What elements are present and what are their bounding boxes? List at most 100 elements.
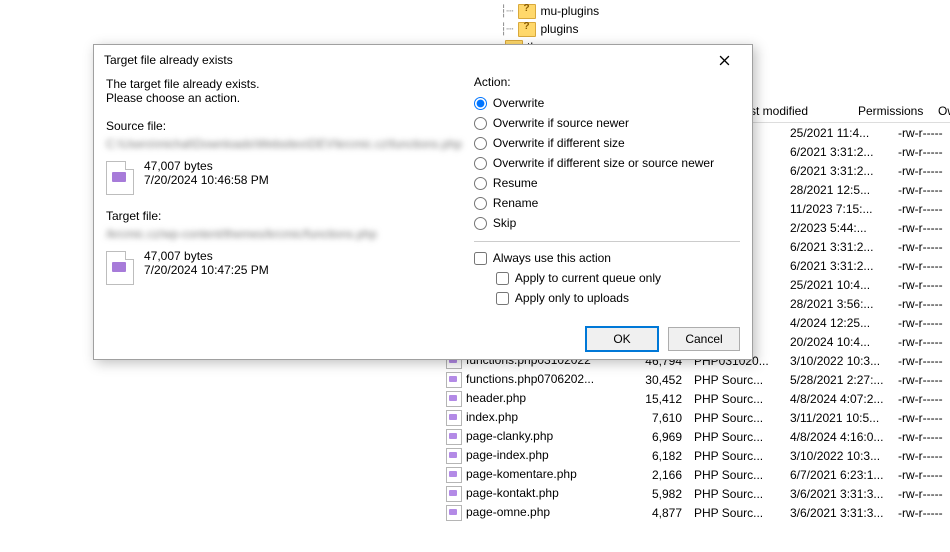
file-icon <box>446 410 462 426</box>
cell-name: page-clanky.php <box>440 429 622 445</box>
cell-permissions: -rw-r----- <box>892 487 950 501</box>
cell-permissions: -rw-r----- <box>892 506 950 520</box>
radio-input[interactable] <box>474 157 487 170</box>
radio-label: Resume <box>493 176 538 190</box>
cell-size: 4,877 <box>622 506 688 520</box>
action-overwrite-size-newer[interactable]: Overwrite if different size or source ne… <box>474 153 740 173</box>
action-rename[interactable]: Rename <box>474 193 740 213</box>
tree-item[interactable]: ┆┈ plugins <box>440 20 740 38</box>
radio-input[interactable] <box>474 117 487 130</box>
radio-label: Rename <box>493 196 538 210</box>
source-file-label: Source file: <box>106 119 462 133</box>
col-header-modified[interactable]: st modified <box>744 104 852 118</box>
tree-guide: ┆┈ <box>500 4 512 18</box>
cancel-button[interactable]: Cancel <box>668 327 740 351</box>
table-row[interactable]: index.php7,610PHP Sourc...3/11/2021 10:5… <box>440 408 950 427</box>
table-row[interactable]: page-clanky.php6,969PHP Sourc...4/8/2024… <box>440 427 950 446</box>
close-icon <box>719 55 730 66</box>
cell-type: PHP Sourc... <box>688 468 784 482</box>
button-label: OK <box>613 332 630 346</box>
table-row[interactable]: page-omne.php4,877PHP Sourc...3/6/2021 3… <box>440 503 950 522</box>
cell-modified: 25/2021 11:4... <box>784 126 892 140</box>
radio-input[interactable] <box>474 197 487 210</box>
file-icon <box>446 505 462 521</box>
overwrite-dialog: Target file already exists The target fi… <box>93 44 753 360</box>
cell-permissions: -rw-r----- <box>892 449 950 463</box>
checkbox-input[interactable] <box>496 292 509 305</box>
file-icon <box>106 161 134 195</box>
col-header-owner[interactable]: Owne <box>932 104 950 118</box>
action-skip[interactable]: Skip <box>474 213 740 233</box>
target-file-path: /krcmic.cz/wp-content/themes/krcmic/func… <box>106 227 462 241</box>
cell-permissions: -rw-r----- <box>892 221 950 235</box>
table-row[interactable]: page-komentare.php2,166PHP Sourc...6/7/2… <box>440 465 950 484</box>
cell-name: page-index.php <box>440 448 622 464</box>
cell-name: index.php <box>440 410 622 426</box>
table-row[interactable]: functions.php0706202...30,452PHP Sourc..… <box>440 370 950 389</box>
table-row[interactable]: header.php15,412PHP Sourc...4/8/2024 4:0… <box>440 389 950 408</box>
radio-label: Overwrite <box>493 96 544 110</box>
cell-permissions: -rw-r----- <box>892 335 950 349</box>
apply-only-uploads[interactable]: Apply only to uploads <box>474 288 740 308</box>
checkbox-label: Apply to current queue only <box>515 271 661 285</box>
cell-modified: 11/2023 7:15:... <box>784 202 892 216</box>
file-icon <box>446 429 462 445</box>
separator <box>474 241 740 242</box>
tree-label: mu-plugins <box>540 4 599 18</box>
action-overwrite-size[interactable]: Overwrite if different size <box>474 133 740 153</box>
cell-type: PHP Sourc... <box>688 430 784 444</box>
table-row[interactable]: page-index.php6,182PHP Sourc...3/10/2022… <box>440 446 950 465</box>
radio-input[interactable] <box>474 177 487 190</box>
always-use-action[interactable]: Always use this action <box>474 248 740 268</box>
cell-permissions: -rw-r----- <box>892 164 950 178</box>
cell-name: page-kontakt.php <box>440 486 622 502</box>
action-overwrite[interactable]: Overwrite <box>474 93 740 113</box>
tree-item[interactable]: ┆┈ mu-plugins <box>440 2 740 20</box>
cell-permissions: -rw-r----- <box>892 392 950 406</box>
source-file-info: 47,007 bytes 7/20/2024 10:46:58 PM <box>106 159 462 195</box>
action-label: Action: <box>474 75 740 89</box>
cell-modified: 6/2021 3:31:2... <box>784 164 892 178</box>
folder-icon <box>518 4 536 19</box>
cell-permissions: -rw-r----- <box>892 183 950 197</box>
action-resume[interactable]: Resume <box>474 173 740 193</box>
cell-permissions: -rw-r----- <box>892 316 950 330</box>
radio-input[interactable] <box>474 137 487 150</box>
cell-name: page-komentare.php <box>440 467 622 483</box>
checkbox-label: Apply only to uploads <box>515 291 629 305</box>
cell-permissions: -rw-r----- <box>892 411 950 425</box>
cell-modified: 6/2021 3:31:2... <box>784 145 892 159</box>
col-header-permissions[interactable]: Permissions <box>852 104 932 118</box>
cell-modified: 3/11/2021 10:5... <box>784 411 892 425</box>
cell-modified: 4/8/2024 4:07:2... <box>784 392 892 406</box>
cell-modified: 28/2021 12:5... <box>784 183 892 197</box>
cell-permissions: -rw-r----- <box>892 354 950 368</box>
file-icon <box>446 391 462 407</box>
cell-name: functions.php0706202... <box>440 372 622 388</box>
cell-permissions: -rw-r----- <box>892 259 950 273</box>
close-button[interactable] <box>704 46 744 74</box>
cell-modified: 6/2021 3:31:2... <box>784 240 892 254</box>
cell-modified: 5/28/2021 2:27:... <box>784 373 892 387</box>
table-row[interactable]: page-kontakt.php5,982PHP Sourc...3/6/202… <box>440 484 950 503</box>
cell-permissions: -rw-r----- <box>892 126 950 140</box>
dialog-titlebar: Target file already exists <box>94 45 752 75</box>
cell-permissions: -rw-r----- <box>892 145 950 159</box>
cell-type: PHP Sourc... <box>688 487 784 501</box>
apply-current-queue[interactable]: Apply to current queue only <box>474 268 740 288</box>
cell-permissions: -rw-r----- <box>892 468 950 482</box>
checkbox-input[interactable] <box>496 272 509 285</box>
ok-button[interactable]: OK <box>586 327 658 351</box>
action-overwrite-newer[interactable]: Overwrite if source newer <box>474 113 740 133</box>
radio-input[interactable] <box>474 217 487 230</box>
cell-permissions: -rw-r----- <box>892 297 950 311</box>
cell-modified: 3/6/2021 3:31:3... <box>784 506 892 520</box>
cell-name: page-omne.php <box>440 505 622 521</box>
cell-modified: 3/6/2021 3:31:3... <box>784 487 892 501</box>
cell-permissions: -rw-r----- <box>892 202 950 216</box>
radio-input[interactable] <box>474 97 487 110</box>
cell-type: PHP Sourc... <box>688 392 784 406</box>
cell-size: 30,452 <box>622 373 688 387</box>
cell-size: 5,982 <box>622 487 688 501</box>
checkbox-input[interactable] <box>474 252 487 265</box>
